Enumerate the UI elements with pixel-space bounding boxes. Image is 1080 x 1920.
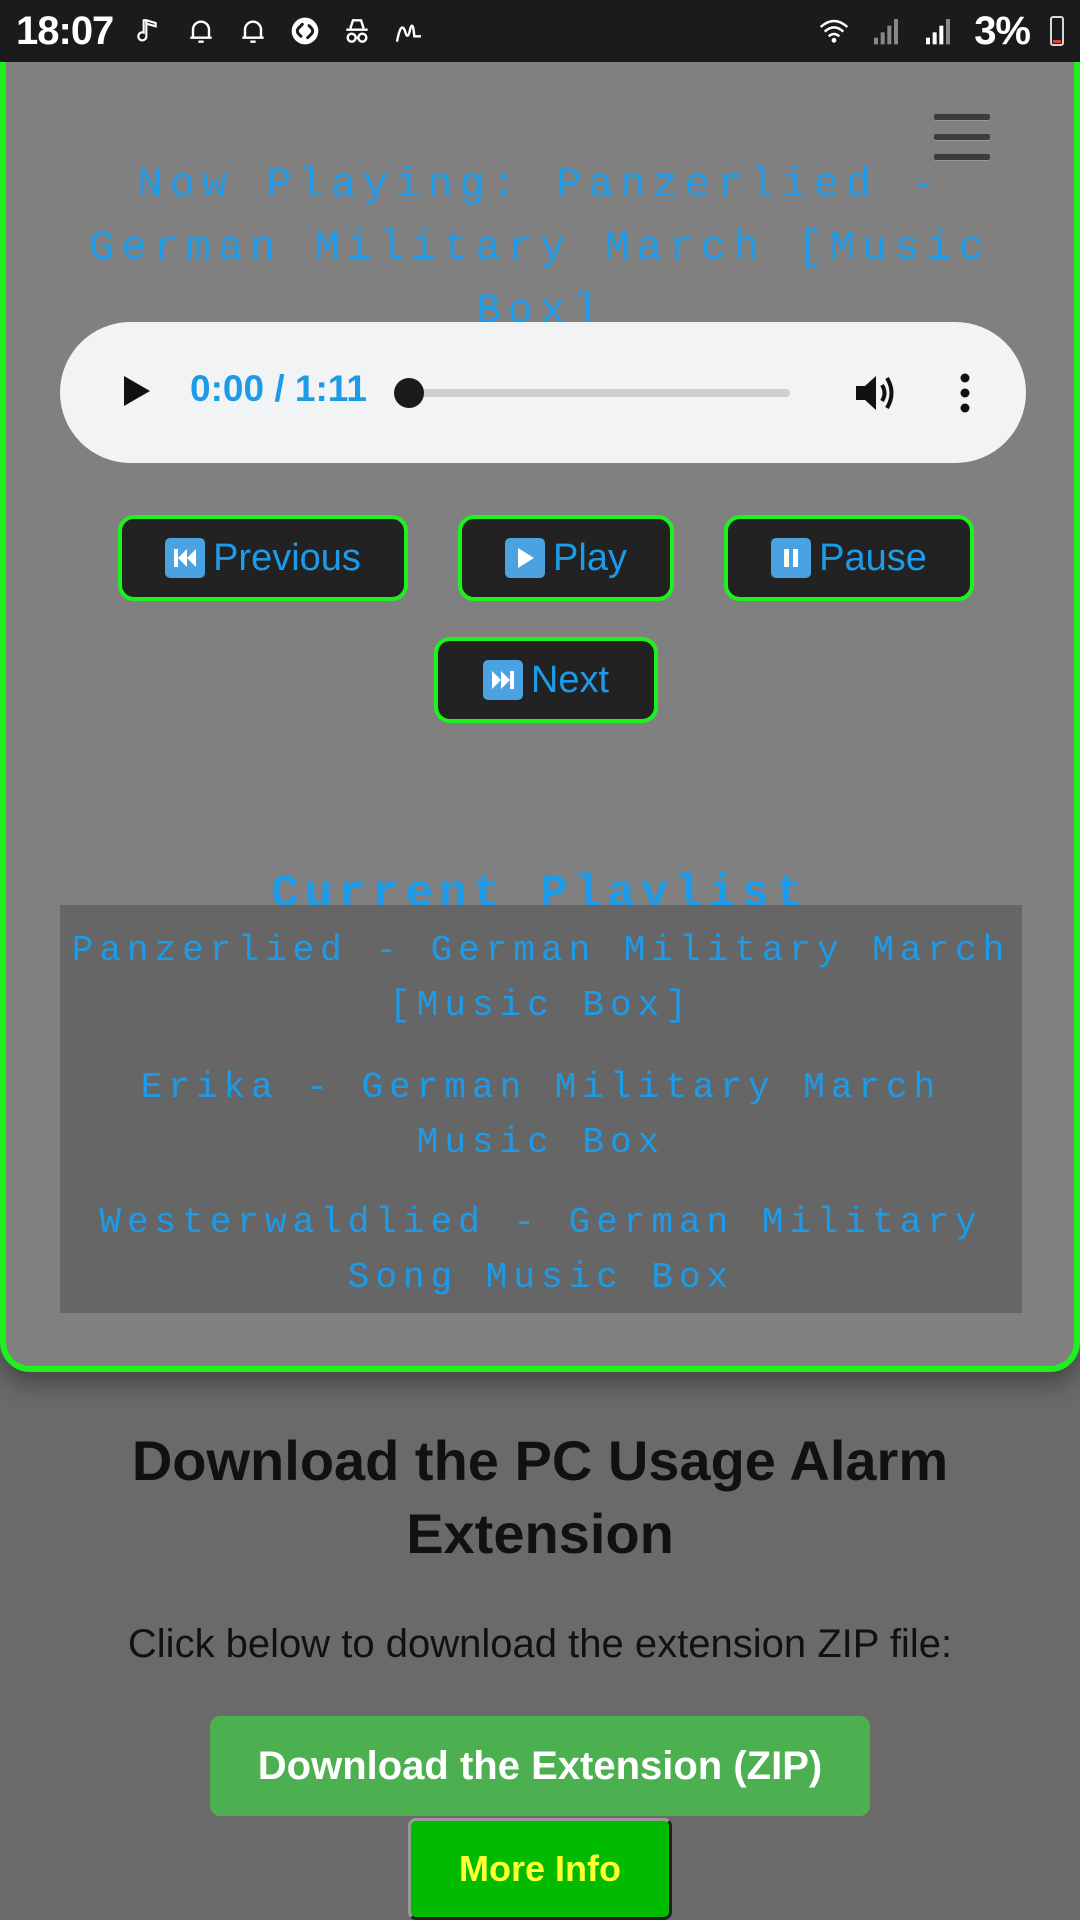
signal-icon: [922, 13, 954, 49]
signature-icon: [393, 13, 425, 49]
next-label: Next: [530, 658, 610, 701]
download-description: Click below to download the extension ZI…: [127, 1622, 953, 1666]
music-note-icon: [133, 13, 165, 49]
play-label: Play: [553, 536, 627, 579]
previous-track-icon: [165, 538, 206, 578]
signal-icon: [870, 13, 902, 49]
play-icon: [505, 538, 546, 578]
now-playing-title: Now Playing: Panzerlied - German Militar…: [89, 161, 991, 335]
bell-icon: [185, 13, 217, 49]
previous-label: Previous: [213, 536, 361, 579]
music-player-panel: Now Playing: Panzerlied - German Militar…: [0, 62, 1080, 1372]
status-time: 18:07: [16, 8, 114, 53]
more-info-button[interactable]: More Info: [408, 1818, 672, 1920]
bell-icon: [237, 13, 269, 49]
audio-time-display: 0:00 / 1:11: [190, 368, 367, 409]
hamburger-line: [934, 114, 990, 120]
playlist-item[interactable]: Panzerlied - German Military March [Musi…: [70, 923, 1012, 1033]
download-extension-button[interactable]: Download the Extension (ZIP): [210, 1716, 870, 1816]
battery-percent: 3%: [974, 8, 1031, 53]
playlist-item[interactable]: Erika - German Military March Music Box: [70, 1060, 1012, 1170]
volume-icon[interactable]: [854, 372, 898, 414]
battery-icon: [1050, 16, 1064, 46]
playlist: Panzerlied - German Military March [Musi…: [60, 905, 1022, 1313]
wifi-icon: [818, 13, 850, 49]
status-bar-right: 3%: [818, 9, 1064, 54]
next-track-icon: [482, 660, 523, 700]
playlist-item[interactable]: Westerwaldlied - German Military Song Mu…: [70, 1195, 1012, 1305]
audio-player: 0:00 / 1:11: [60, 322, 1026, 463]
more-options-icon[interactable]: [958, 372, 972, 414]
play-icon[interactable]: [122, 374, 152, 408]
incognito-icon: [341, 13, 373, 49]
status-bar: 18:07 3%: [0, 0, 1080, 62]
next-button[interactable]: Next: [434, 637, 658, 723]
shazam-icon: [289, 13, 321, 49]
play-button[interactable]: Play: [458, 515, 674, 601]
pause-button[interactable]: Pause: [724, 515, 974, 601]
audio-progress-bar[interactable]: [394, 378, 790, 408]
download-heading: Download the PC Usage Alarm Extension: [131, 1429, 949, 1565]
status-bar-left: 18:07: [16, 9, 425, 54]
pause-icon: [771, 538, 812, 578]
hamburger-line: [934, 134, 990, 140]
previous-button[interactable]: Previous: [118, 515, 408, 601]
audio-progress-thumb[interactable]: [394, 378, 424, 408]
pause-label: Pause: [819, 536, 927, 579]
